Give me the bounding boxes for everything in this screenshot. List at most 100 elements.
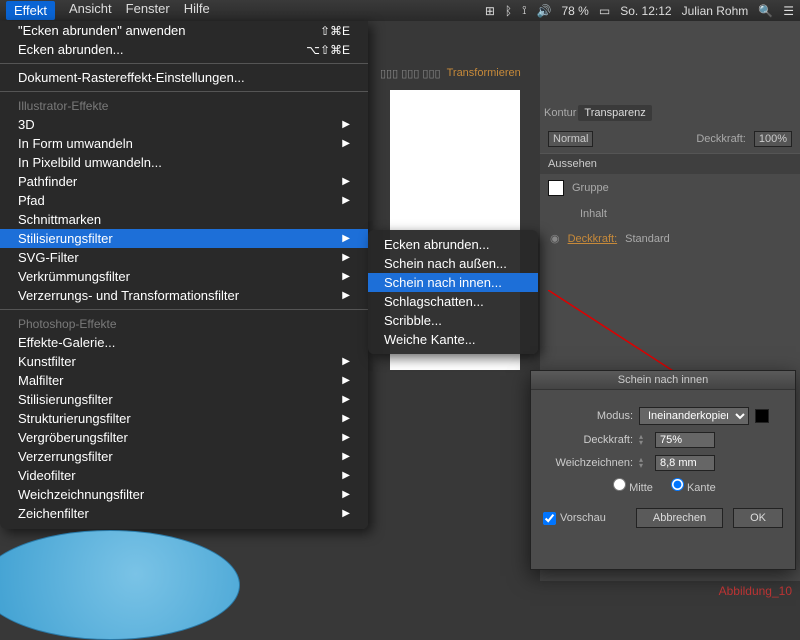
volume-icon[interactable]: 🔊 <box>537 4 552 18</box>
menu-verzerrung-transform[interactable]: Verzerrungs- und Transformationsfilter ▶ <box>0 286 368 305</box>
menu-apply-last-shortcut: ⇧⌘E <box>320 24 350 38</box>
color-swatch[interactable] <box>755 409 769 423</box>
menu-fenster[interactable]: Fenster <box>126 1 170 20</box>
submenu-schlagschatten[interactable]: Schlagschatten... <box>368 292 538 311</box>
menu-effekte-galerie[interactable]: Effekte-Galerie... <box>0 333 368 352</box>
menu-apply-last[interactable]: "Ecken abrunden" anwenden ⇧⌘E <box>0 21 368 40</box>
opacity-label: Deckkraft: <box>696 133 746 145</box>
blend-mode-select[interactable]: Normal <box>548 131 593 147</box>
menu-strukturierung[interactable]: Strukturierungsfilter▶ <box>0 409 368 428</box>
spotlight-icon[interactable]: 🔍 <box>758 4 773 18</box>
opacity-input[interactable]: 100% <box>754 131 792 147</box>
section-illustrator: Illustrator-Effekte <box>0 96 368 115</box>
menu-weichzeichnung[interactable]: Weichzeichnungsfilter▶ <box>0 485 368 504</box>
grid-icon[interactable]: ⊞ <box>485 4 495 18</box>
submenu-weiche-kante[interactable]: Weiche Kante... <box>368 330 538 349</box>
menu-verzerrungsfilter[interactable]: Verzerrungsfilter▶ <box>0 447 368 466</box>
schein-nach-innen-dialog: Schein nach innen Modus: Ineinanderkopie… <box>530 370 796 570</box>
menu-ecken-shortcut: ⌥⇧⌘E <box>306 43 350 57</box>
spinner-icon[interactable]: ▴▾ <box>639 434 649 446</box>
menu-stilisierung-ps[interactable]: Stilisierungsfilter▶ <box>0 390 368 409</box>
section-photoshop: Photoshop-Effekte <box>0 314 368 333</box>
appearance-deckkraft-val: Standard <box>625 233 670 245</box>
separator <box>0 309 368 310</box>
artwork-shape[interactable] <box>0 530 240 640</box>
chevron-right-icon: ▶ <box>342 508 350 519</box>
battery-text: 78 % <box>562 4 589 18</box>
radio-mitte[interactable]: Mitte <box>613 478 653 494</box>
menu-videofilter[interactable]: Videofilter▶ <box>0 466 368 485</box>
cancel-button[interactable]: Abbrechen <box>636 508 723 528</box>
submenu-schein-innen[interactable]: Schein nach innen... <box>368 273 538 292</box>
chevron-right-icon: ▶ <box>342 290 350 301</box>
menu-ansicht[interactable]: Ansicht <box>69 1 112 20</box>
menu-pixelbild[interactable]: In Pixelbild umwandeln... <box>0 153 368 172</box>
radio-kante-label: Kante <box>687 482 716 494</box>
bluetooth-icon[interactable]: ᛒ <box>505 4 512 18</box>
weichzeichnen-input[interactable] <box>655 455 715 471</box>
transform-link[interactable]: Transformieren <box>447 67 521 79</box>
ok-button[interactable]: OK <box>733 508 783 528</box>
radio-kante[interactable]: Kante <box>671 478 716 494</box>
menu-effekt[interactable]: Effekt <box>6 1 55 20</box>
menu-raster-settings[interactable]: Dokument-Rastereffekt-Einstellungen... <box>0 68 368 87</box>
menu-svg-filter[interactable]: SVG-Filter▶ <box>0 248 368 267</box>
menu-stilisierungsfilter[interactable]: Stilisierungsfilter ▶ <box>0 229 368 248</box>
submenu-scribble[interactable]: Scribble... <box>368 311 538 330</box>
submenu-ecken[interactable]: Ecken abrunden... <box>368 235 538 254</box>
eye-icon[interactable]: ◉ <box>550 232 560 245</box>
chevron-right-icon: ▶ <box>342 252 350 263</box>
l: Verzerrungsfilter <box>18 449 113 464</box>
modus-label: Modus: <box>543 410 633 422</box>
menu-kunstfilter[interactable]: Kunstfilter▶ <box>0 352 368 371</box>
l: Stilisierungsfilter <box>18 231 113 246</box>
deckkraft-input[interactable] <box>655 432 715 448</box>
l: Pathfinder <box>18 174 77 189</box>
chevron-right-icon: ▶ <box>342 176 350 187</box>
menu-malfilter[interactable]: Malfilter▶ <box>0 371 368 390</box>
menu-zeichenfilter[interactable]: Zeichenfilter▶ <box>0 504 368 523</box>
l: Verzerrungs- und Transformationsfilter <box>18 288 239 303</box>
menu-apply-last-label: "Ecken abrunden" anwenden <box>18 23 186 38</box>
panel-aussehen-title[interactable]: Aussehen <box>540 153 800 174</box>
l: Weichzeichnungsfilter <box>18 487 144 502</box>
menu-vergroeberung[interactable]: Vergröberungsfilter ▶ <box>0 428 368 447</box>
submenu-schein-aussen[interactable]: Schein nach außen... <box>368 254 538 273</box>
wifi-icon[interactable]: ⟟ <box>522 3 526 18</box>
tab-kontur[interactable]: Kontur <box>544 107 576 119</box>
menu-verkruemmung[interactable]: Verkrümmungsfilter▶ <box>0 267 368 286</box>
l: Schnittmarken <box>18 212 101 227</box>
modus-select[interactable]: Ineinanderkopieren <box>639 407 749 425</box>
l: Effekte-Galerie... <box>18 335 115 350</box>
menu-in-form[interactable]: In Form umwandeln▶ <box>0 134 368 153</box>
stilisierung-submenu: Ecken abrunden... Schein nach außen... S… <box>368 230 538 354</box>
chevron-right-icon: ▶ <box>342 432 350 443</box>
l: Strukturierungsfilter <box>18 411 131 426</box>
menu-icon[interactable]: ☰ <box>783 4 794 18</box>
effekt-dropdown: "Ecken abrunden" anwenden ⇧⌘E Ecken abru… <box>0 21 368 529</box>
tab-transparenz[interactable]: Transparenz <box>578 105 651 121</box>
battery-icon[interactable]: ▭ <box>599 4 610 18</box>
menu-pfad[interactable]: Pfad▶ <box>0 191 368 210</box>
menu-ecken-abrunden[interactable]: Ecken abrunden... ⌥⇧⌘E <box>0 40 368 59</box>
menu-raster-label: Dokument-Rastereffekt-Einstellungen... <box>18 70 245 85</box>
vorschau-label: Vorschau <box>560 512 606 524</box>
appearance-swatch[interactable] <box>548 180 564 196</box>
menu-hilfe[interactable]: Hilfe <box>184 1 210 20</box>
menu-3d[interactable]: 3D▶ <box>0 115 368 134</box>
chevron-right-icon: ▶ <box>342 138 350 149</box>
chevron-right-icon: ▶ <box>342 233 350 244</box>
radio-mitte-label: Mitte <box>629 482 653 494</box>
figure-caption: Abbildung_10 <box>719 584 792 598</box>
spinner-icon[interactable]: ▴▾ <box>639 457 649 469</box>
chevron-right-icon: ▶ <box>342 375 350 386</box>
dialog-title: Schein nach innen <box>531 371 795 390</box>
appearance-deckkraft-link[interactable]: Deckkraft: <box>568 233 618 245</box>
align-icons[interactable]: ▯▯▯ ▯▯▯ ▯▯▯ <box>380 67 441 80</box>
menu-schnittmarken[interactable]: Schnittmarken <box>0 210 368 229</box>
user-text[interactable]: Julian Rohm <box>682 4 749 18</box>
time-text[interactable]: So. 12:12 <box>620 4 671 18</box>
menu-pathfinder[interactable]: Pathfinder ▶ <box>0 172 368 191</box>
vorschau-checkbox[interactable]: Vorschau <box>543 512 606 525</box>
l: Vergröberungsfilter <box>18 430 128 445</box>
